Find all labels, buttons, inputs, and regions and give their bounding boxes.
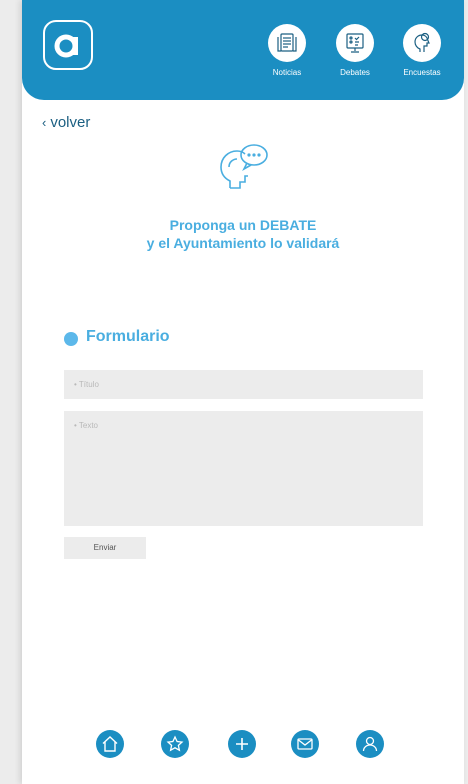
hero-heading: Proponga un DEBATE y el Ayuntamiento lo …: [22, 216, 464, 252]
mail-icon[interactable]: [291, 730, 319, 758]
section-bullet: [64, 332, 78, 346]
title-placeholder: • Título: [74, 380, 99, 389]
app-header: Noticias Debates Encuestas: [22, 0, 464, 100]
bottom-tab-bar: [22, 730, 464, 760]
text-placeholder: • Texto: [74, 421, 98, 430]
thinking-head-icon: [403, 24, 441, 62]
user-icon[interactable]: [356, 730, 384, 758]
hero-line-2: y el Ayuntamiento lo validará: [146, 235, 340, 251]
talking-head-icon: [216, 142, 270, 195]
newspaper-icon: [268, 24, 306, 62]
logo-a-icon: [54, 34, 78, 58]
back-label: volver: [50, 114, 91, 131]
title-input[interactable]: • Título: [64, 370, 423, 399]
debate-board-icon: [336, 24, 374, 62]
nav-encuestas[interactable]: Encuestas: [392, 24, 452, 77]
hero-line-1: Proponga un DEBATE: [169, 217, 317, 233]
text-textarea[interactable]: • Texto: [64, 411, 423, 526]
nav-noticias[interactable]: Noticias: [257, 24, 317, 77]
back-link[interactable]: ‹ volver: [42, 114, 90, 131]
nav-label-noticias: Noticias: [272, 68, 302, 77]
chevron-left-icon: ‹: [42, 115, 47, 130]
form-section-title: Formulario: [86, 328, 170, 345]
submit-button[interactable]: Enviar: [64, 537, 146, 559]
plus-icon[interactable]: [228, 730, 256, 758]
nav-label-debates: Debates: [340, 68, 370, 77]
app-screen: Noticias Debates Encuestas ‹ volver Prop…: [22, 0, 464, 784]
app-logo[interactable]: [43, 20, 93, 70]
star-icon[interactable]: [161, 730, 189, 758]
home-icon[interactable]: [96, 730, 124, 758]
nav-label-encuestas: Encuestas: [403, 68, 441, 77]
nav-debates[interactable]: Debates: [325, 24, 385, 77]
